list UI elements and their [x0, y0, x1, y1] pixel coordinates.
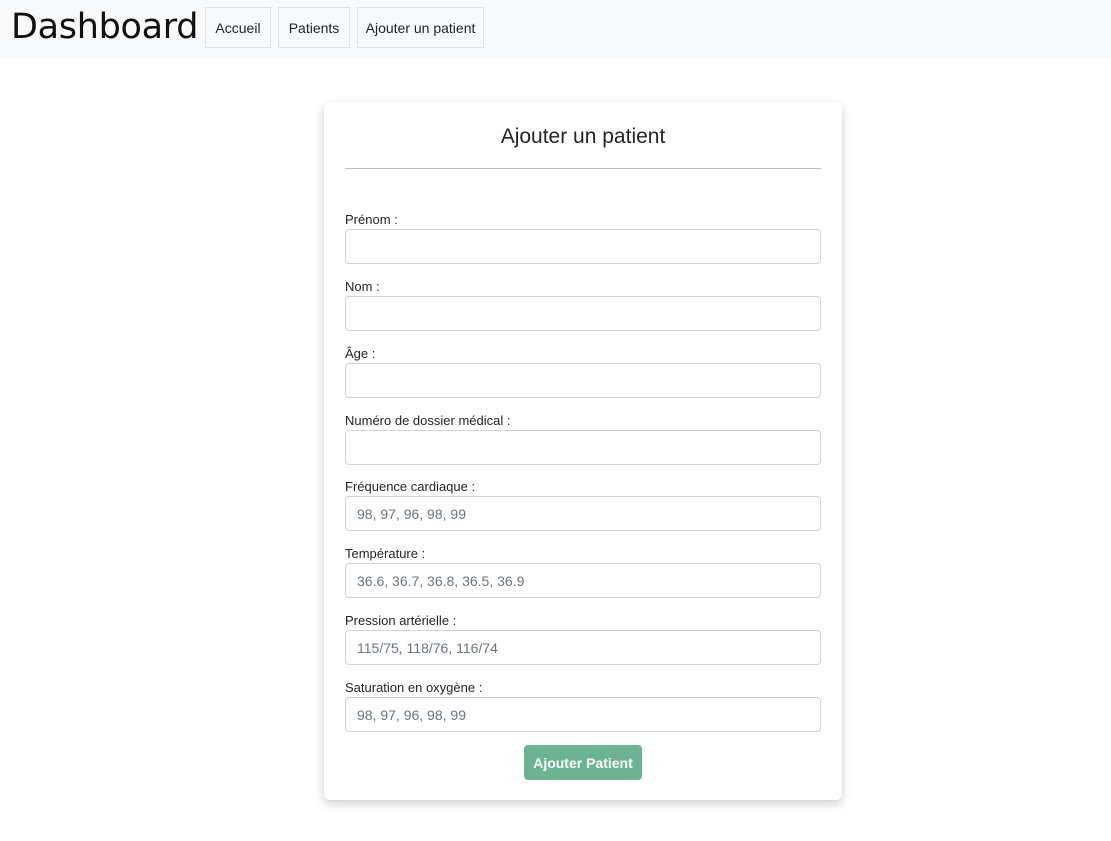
- top-navbar: Dashboard Accueil Patients Ajouter un pa…: [0, 0, 1111, 58]
- age-input[interactable]: [345, 363, 821, 398]
- add-patient-card: Ajouter un patient Prénom : Nom : Âge : …: [324, 102, 842, 800]
- blood-pressure-input[interactable]: [345, 630, 821, 665]
- first-name-label: Prénom :: [345, 212, 398, 227]
- medical-record-label: Numéro de dossier médical :: [345, 413, 511, 428]
- title-divider: [345, 168, 821, 169]
- oxygen-saturation-input[interactable]: [345, 697, 821, 732]
- nav-patients-button[interactable]: Patients: [278, 7, 350, 48]
- oxygen-saturation-label: Saturation en oxygène :: [345, 680, 483, 695]
- form-title: Ajouter un patient: [500, 125, 666, 148]
- temperature-input[interactable]: [345, 563, 821, 598]
- heart-rate-input[interactable]: [345, 496, 821, 531]
- first-name-input[interactable]: [345, 229, 821, 264]
- brand-title[interactable]: Dashboard: [11, 6, 198, 48]
- last-name-input[interactable]: [345, 296, 821, 331]
- nav-add-patient-button[interactable]: Ajouter un patient: [357, 7, 484, 48]
- temperature-label: Température :: [345, 546, 426, 561]
- nav-home-button[interactable]: Accueil: [205, 7, 271, 48]
- medical-record-input[interactable]: [345, 430, 821, 465]
- last-name-label: Nom :: [345, 279, 380, 294]
- age-label: Âge :: [345, 346, 376, 361]
- heart-rate-label: Fréquence cardiaque :: [345, 479, 476, 494]
- blood-pressure-label: Pression artérielle :: [345, 613, 457, 628]
- add-patient-submit-button[interactable]: Ajouter Patient: [524, 745, 642, 780]
